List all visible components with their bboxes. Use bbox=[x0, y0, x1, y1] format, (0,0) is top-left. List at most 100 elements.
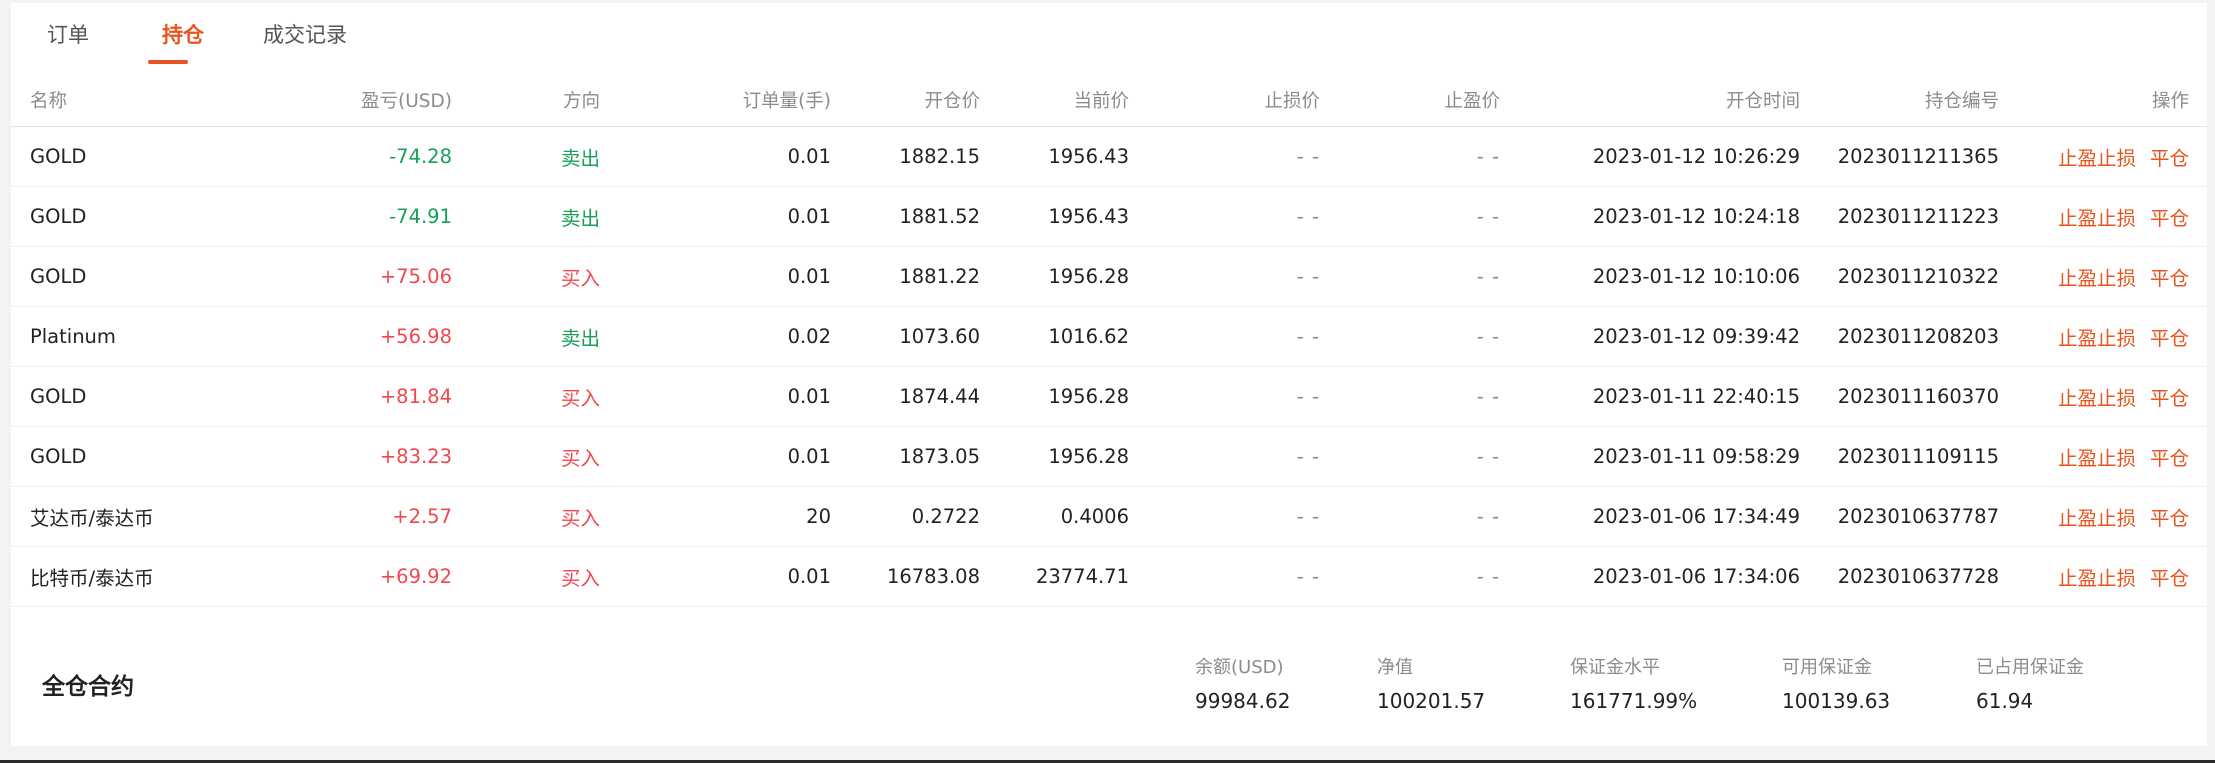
header-stop-loss: 止损价 bbox=[1264, 91, 1320, 112]
position-actions: 止盈止损 平仓 bbox=[2011, 127, 2189, 186]
table-row: 比特币/泰达币 +69.92 买入 0.01 16783.08 23774.71- -- … bbox=[11, 547, 2207, 607]
close-position-button[interactable]: 平仓 bbox=[2150, 142, 2189, 171]
position-stop-loss: - - bbox=[1296, 145, 1320, 168]
position-take-profit: - - bbox=[1476, 445, 1500, 468]
position-actions: 止盈止损 平仓 bbox=[2011, 487, 2189, 546]
metric-value: 100139.63 bbox=[1782, 689, 1891, 713]
metric-equity: 净值 100201.57 bbox=[1377, 653, 1485, 713]
position-open-time: 2023-01-06 17:34:49 bbox=[1592, 505, 1800, 528]
tp-sl-button[interactable]: 止盈止损 bbox=[2058, 262, 2136, 291]
header-take-profit: 止盈价 bbox=[1444, 91, 1500, 112]
position-quantity: 0.01 bbox=[787, 265, 831, 288]
position-open-time: 2023-01-12 10:24:18 bbox=[1592, 205, 1800, 228]
close-position-button[interactable]: 平仓 bbox=[2150, 442, 2189, 471]
position-open-price: 1873.05 bbox=[899, 445, 980, 468]
tp-sl-button[interactable]: 止盈止损 bbox=[2058, 382, 2136, 411]
metric-label: 保证金水平 bbox=[1570, 657, 1660, 678]
position-pnl: +56.98 bbox=[379, 325, 452, 348]
position-id: 2023011211365 bbox=[1837, 145, 1999, 168]
position-open-price: 16783.08 bbox=[886, 565, 980, 588]
position-current-price: 1956.43 bbox=[1048, 145, 1129, 168]
metric-label: 余额(USD) bbox=[1195, 657, 1284, 678]
position-direction: 买入 bbox=[560, 387, 600, 410]
table-row: GOLD -74.91 卖出 0.01 1881.52 1956.43- -- -2023… bbox=[11, 187, 2207, 247]
header-actions: 操作 bbox=[2151, 91, 2189, 112]
header-current-price: 当前价 bbox=[1073, 91, 1129, 112]
position-id: 2023010637787 bbox=[1837, 505, 1999, 528]
positions-panel: 订单 持仓 成交记录 名称 盈亏(USD) 方向 订单量(手) 开仓价 当前价 … bbox=[11, 3, 2207, 746]
table-body: GOLD -74.28 卖出 0.01 1882.15 1956.43- -- -2023… bbox=[11, 127, 2207, 607]
position-pnl: +69.92 bbox=[379, 565, 452, 588]
close-position-button[interactable]: 平仓 bbox=[2150, 562, 2189, 591]
close-position-button[interactable]: 平仓 bbox=[2150, 262, 2189, 291]
table-row: Platinum +56.98 卖出 0.02 1073.60 1016.62- -- -… bbox=[11, 307, 2207, 367]
metric-used-margin: 已占用保证金 61.94 bbox=[1976, 653, 2084, 713]
position-take-profit: - - bbox=[1476, 565, 1500, 588]
header-position-id: 持仓编号 bbox=[1924, 91, 1999, 112]
position-pnl: +75.06 bbox=[379, 265, 452, 288]
position-current-price: 1956.28 bbox=[1048, 265, 1129, 288]
position-quantity: 0.01 bbox=[787, 385, 831, 408]
position-stop-loss: - - bbox=[1296, 265, 1320, 288]
table-row: GOLD +83.23 买入 0.01 1873.05 1956.28- -- -2023… bbox=[11, 427, 2207, 487]
close-position-button[interactable]: 平仓 bbox=[2150, 322, 2189, 351]
position-pnl: +83.23 bbox=[379, 445, 452, 468]
position-stop-loss: - - bbox=[1296, 445, 1320, 468]
tab-positions[interactable]: 持仓 bbox=[162, 19, 204, 49]
position-quantity: 0.02 bbox=[787, 325, 831, 348]
positions-table: 名称 盈亏(USD) 方向 订单量(手) 开仓价 当前价 止损价 止盈价 开仓时… bbox=[11, 74, 2207, 607]
position-current-price: 1956.28 bbox=[1048, 385, 1129, 408]
close-position-button[interactable]: 平仓 bbox=[2150, 502, 2189, 531]
position-current-price: 0.4006 bbox=[1060, 505, 1129, 528]
cross-margin-summary: 全仓合约 余额(USD) 99984.62 净值 100201.57 保证金水平… bbox=[11, 615, 2207, 745]
tp-sl-button[interactable]: 止盈止损 bbox=[2058, 142, 2136, 171]
close-position-button[interactable]: 平仓 bbox=[2150, 382, 2189, 411]
position-direction: 卖出 bbox=[560, 147, 600, 170]
position-direction: 卖出 bbox=[560, 327, 600, 350]
position-stop-loss: - - bbox=[1296, 205, 1320, 228]
position-quantity: 20 bbox=[806, 505, 831, 528]
position-pnl: -74.28 bbox=[389, 145, 452, 168]
position-open-price: 1881.22 bbox=[899, 265, 980, 288]
position-actions: 止盈止损 平仓 bbox=[2011, 307, 2189, 366]
position-quantity: 0.01 bbox=[787, 205, 831, 228]
position-actions: 止盈止损 平仓 bbox=[2011, 427, 2189, 486]
position-take-profit: - - bbox=[1476, 325, 1500, 348]
position-stop-loss: - - bbox=[1296, 505, 1320, 528]
metric-value: 161771.99% bbox=[1570, 689, 1698, 713]
position-actions: 止盈止损 平仓 bbox=[2011, 187, 2189, 246]
position-quantity: 0.01 bbox=[787, 445, 831, 468]
position-id: 2023011211223 bbox=[1837, 205, 1999, 228]
position-open-price: 1073.60 bbox=[899, 325, 980, 348]
position-pnl: -74.91 bbox=[389, 205, 452, 228]
metric-margin-level: 保证金水平 161771.99% bbox=[1570, 653, 1697, 713]
table-row: GOLD -74.28 卖出 0.01 1882.15 1956.43- -- -2023… bbox=[11, 127, 2207, 187]
tp-sl-button[interactable]: 止盈止损 bbox=[2058, 202, 2136, 231]
position-current-price: 23774.71 bbox=[1035, 565, 1129, 588]
header-direction: 方向 bbox=[562, 91, 600, 112]
tab-orders[interactable]: 订单 bbox=[47, 19, 89, 49]
position-take-profit: - - bbox=[1476, 205, 1500, 228]
position-actions: 止盈止损 平仓 bbox=[2011, 247, 2189, 306]
tab-trade-history[interactable]: 成交记录 bbox=[263, 19, 347, 49]
tp-sl-button[interactable]: 止盈止损 bbox=[2058, 562, 2136, 591]
tp-sl-button[interactable]: 止盈止损 bbox=[2058, 442, 2136, 471]
table-row: GOLD +75.06 买入 0.01 1881.22 1956.28- -- -2023… bbox=[11, 247, 2207, 307]
tp-sl-button[interactable]: 止盈止损 bbox=[2058, 502, 2136, 531]
header-open-price: 开仓价 bbox=[924, 91, 980, 112]
metric-label: 已占用保证金 bbox=[1976, 657, 2084, 678]
close-position-button[interactable]: 平仓 bbox=[2150, 202, 2189, 231]
header-pnl: 盈亏(USD) bbox=[361, 91, 452, 112]
metric-value: 100201.57 bbox=[1377, 689, 1486, 713]
position-pnl: +2.57 bbox=[392, 505, 452, 528]
position-direction: 买入 bbox=[560, 567, 600, 590]
tp-sl-button[interactable]: 止盈止损 bbox=[2058, 322, 2136, 351]
position-id: 2023010637728 bbox=[1837, 565, 1999, 588]
position-open-time: 2023-01-11 22:40:15 bbox=[1592, 385, 1800, 408]
metric-value: 61.94 bbox=[1976, 689, 2034, 713]
position-open-time: 2023-01-12 09:39:42 bbox=[1592, 325, 1800, 348]
position-direction: 买入 bbox=[560, 267, 600, 290]
position-stop-loss: - - bbox=[1296, 565, 1320, 588]
position-quantity: 0.01 bbox=[787, 145, 831, 168]
metric-label: 可用保证金 bbox=[1782, 657, 1872, 678]
